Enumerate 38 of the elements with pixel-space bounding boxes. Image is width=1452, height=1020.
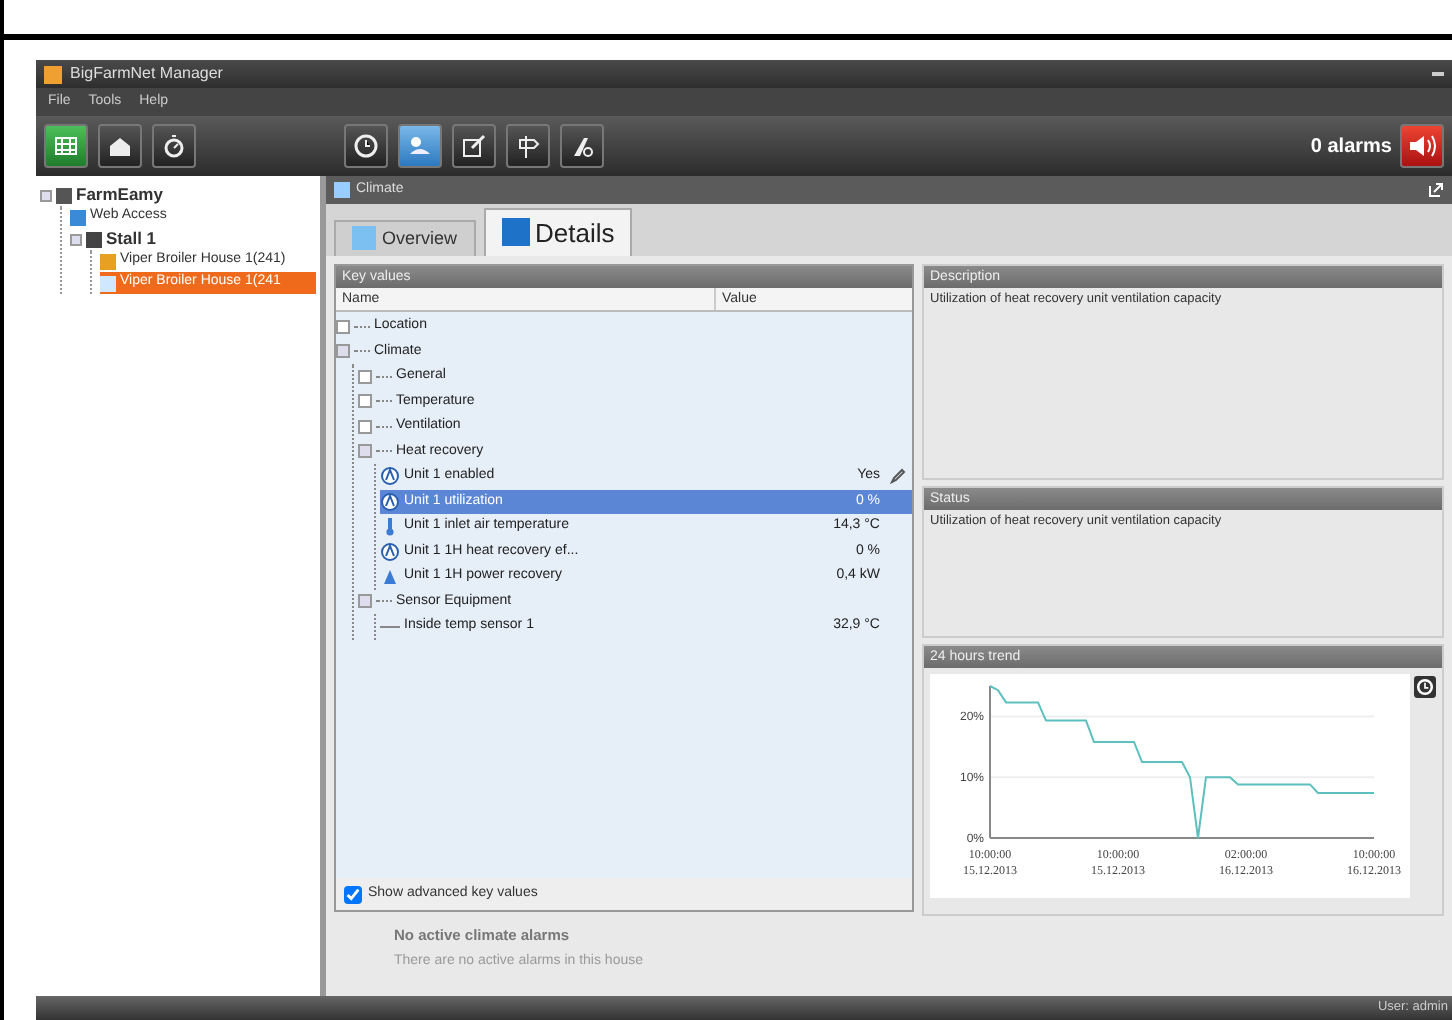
grid-icon: [52, 132, 80, 160]
expander-icon[interactable]: [70, 233, 82, 245]
pencil-icon[interactable]: [890, 468, 906, 485]
tab[interactable]: Overview: [334, 219, 476, 256]
auto-mode-icon: [380, 491, 400, 512]
expander-icon[interactable]: [358, 444, 372, 459]
auto-mode-icon: [380, 466, 400, 487]
timer-icon: [160, 132, 188, 160]
window-title: BigFarmNet Manager: [70, 62, 223, 86]
alarm-sound-button[interactable]: [1400, 124, 1444, 168]
expander-icon[interactable]: [336, 344, 350, 359]
expander-icon[interactable]: [358, 419, 372, 434]
toolbar-button[interactable]: [152, 124, 196, 168]
toolbar-button[interactable]: [98, 124, 142, 168]
expander-icon[interactable]: [358, 369, 372, 384]
expander-icon[interactable]: [40, 189, 52, 201]
expander-icon[interactable]: [358, 594, 372, 609]
tools-icon: [568, 132, 596, 160]
advanced-checkbox[interactable]: [344, 885, 362, 903]
auto-mode-icon: [380, 541, 400, 562]
toolbar-button[interactable]: [560, 124, 604, 168]
edit-icon: [460, 132, 488, 160]
toolbar-button[interactable]: [506, 124, 550, 168]
tree-item[interactable]: Stall 1: [70, 228, 316, 250]
thermometer-icon: [380, 516, 400, 537]
expander-icon[interactable]: [358, 394, 372, 409]
popout-icon[interactable]: [1428, 182, 1444, 198]
speaker-icon: [1408, 134, 1436, 158]
clock-icon: [352, 132, 380, 160]
toolbar-button[interactable]: [344, 124, 388, 168]
history-icon[interactable]: [1414, 674, 1436, 700]
alarm-count: 0 alarms: [1310, 133, 1392, 161]
app-icon: [44, 65, 62, 83]
toolbar-button[interactable]: [452, 124, 496, 168]
tab[interactable]: Details: [483, 207, 633, 256]
tree-item[interactable]: FarmEamy: [40, 184, 316, 206]
expander-icon[interactable]: [336, 319, 350, 334]
signpost-icon: [514, 132, 542, 160]
